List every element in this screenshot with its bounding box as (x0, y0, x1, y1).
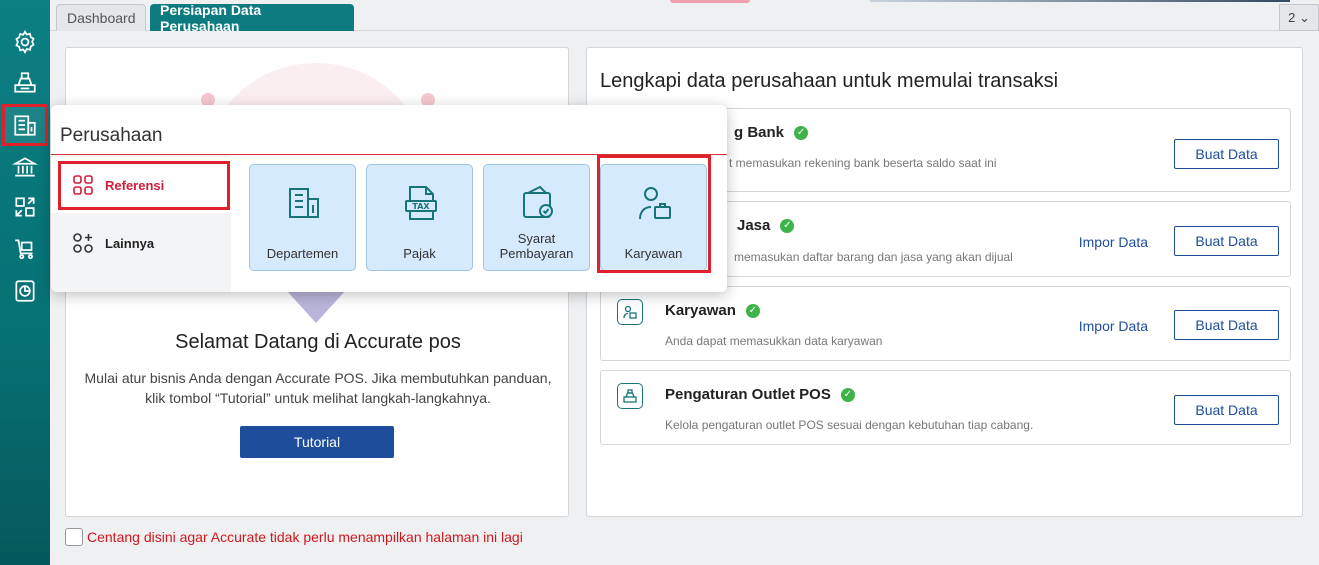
impor-data-link[interactable]: Impor Data (1079, 318, 1148, 334)
referensi-highlight (58, 161, 230, 210)
dont-show-label: Centang disini agar Accurate tidak perlu… (87, 529, 523, 545)
tile-departemen[interactable]: Departemen (249, 164, 356, 271)
sidebar (0, 0, 50, 565)
card-title-text: Jasa (737, 217, 771, 234)
inventory-icon[interactable] (8, 190, 42, 224)
card-description: Anda dapat memasukkan data karyawan (665, 334, 883, 348)
tile-pajak[interactable]: TAX Pajak (366, 164, 473, 271)
top-decoration-line (870, 0, 1290, 2)
svg-text:TAX: TAX (412, 202, 430, 211)
dont-show-row: Centang disini agar Accurate tidak perlu… (65, 528, 523, 546)
tile-label: Pembayaran (499, 246, 574, 261)
tab-persiapan-data[interactable]: Persiapan Data Perusahaan (150, 2, 354, 34)
tax-document-icon: TAX (405, 186, 437, 220)
check-circle-icon: ✓ (780, 218, 795, 233)
card-title: Pengaturan Outlet POS ✓ (665, 386, 855, 403)
tab-dashboard[interactable]: Dashboard (56, 4, 146, 31)
setup-card-outlet: Pengaturan Outlet POS ✓ Kelola pengatura… (600, 370, 1291, 445)
top-decoration (670, 0, 750, 3)
perusahaan-popup-menu: Perusahaan Referensi Lainnya Departemen … (51, 105, 727, 292)
tile-label: Syarat (517, 231, 556, 246)
setup-card-karyawan: Karyawan ✓ Anda dapat memasukkan data ka… (600, 286, 1291, 361)
menu-item-lainnya[interactable]: Lainnya (51, 215, 231, 271)
tab-bar: Dashboard Persiapan Data Perusahaan 2 ⌄ (50, 0, 1319, 34)
card-description: memasukan daftar barang dan jasa yang ak… (734, 250, 1013, 264)
dont-show-checkbox[interactable] (65, 528, 83, 546)
card-title-text: Karyawan (665, 302, 736, 319)
karyawan-highlight (597, 155, 711, 273)
card-title-text: g Bank (734, 124, 785, 141)
welcome-description: Mulai atur bisnis Anda dengan Accurate P… (84, 370, 552, 406)
card-description: Kelola pengaturan outlet POS sesuai deng… (665, 418, 1034, 432)
tile-syarat-pembayaran[interactable]: Syarat Pembayaran (483, 164, 590, 271)
outlet-register-icon (617, 383, 643, 409)
more-grid-icon (73, 233, 93, 253)
check-circle-icon: ✓ (794, 125, 809, 140)
buat-data-button[interactable]: Buat Data (1174, 310, 1279, 340)
card-title-text: Pengaturan Outlet POS (665, 386, 831, 403)
report-chart-icon[interactable] (8, 274, 42, 308)
buat-data-button[interactable]: Buat Data (1174, 395, 1279, 425)
employee-icon (617, 299, 643, 325)
card-title: g Bank ✓ (734, 124, 809, 141)
buat-data-button[interactable]: Buat Data (1174, 139, 1279, 169)
tab-count-dropdown[interactable]: 2 ⌄ (1279, 4, 1319, 31)
settings-icon[interactable] (8, 25, 42, 59)
impor-data-link[interactable]: Impor Data (1079, 234, 1148, 250)
department-building-icon (289, 188, 319, 218)
menu-item-label: Lainnya (105, 235, 155, 251)
company-building-icon[interactable] (8, 108, 42, 142)
card-description: t memasukan rekening bank beserta saldo … (729, 156, 997, 170)
popup-title: Perusahaan (60, 125, 163, 146)
setup-title: Lengkapi data perusahaan untuk memulai t… (600, 70, 1059, 92)
buat-data-button[interactable]: Buat Data (1174, 226, 1279, 256)
tile-label: Pajak (403, 246, 436, 261)
tile-label: Departemen (266, 246, 339, 261)
bank-icon[interactable] (8, 150, 42, 184)
cash-register-icon[interactable] (8, 66, 42, 100)
check-circle-icon: ✓ (745, 303, 760, 318)
check-circle-icon: ✓ (840, 387, 855, 402)
card-title: Jasa ✓ (737, 217, 795, 234)
tutorial-button[interactable]: Tutorial (240, 426, 394, 458)
payment-terms-icon (523, 185, 553, 218)
purchase-cart-icon[interactable] (8, 232, 42, 266)
welcome-title: Selamat Datang di Accurate pos (175, 331, 461, 353)
card-title: Karyawan ✓ (665, 302, 760, 319)
